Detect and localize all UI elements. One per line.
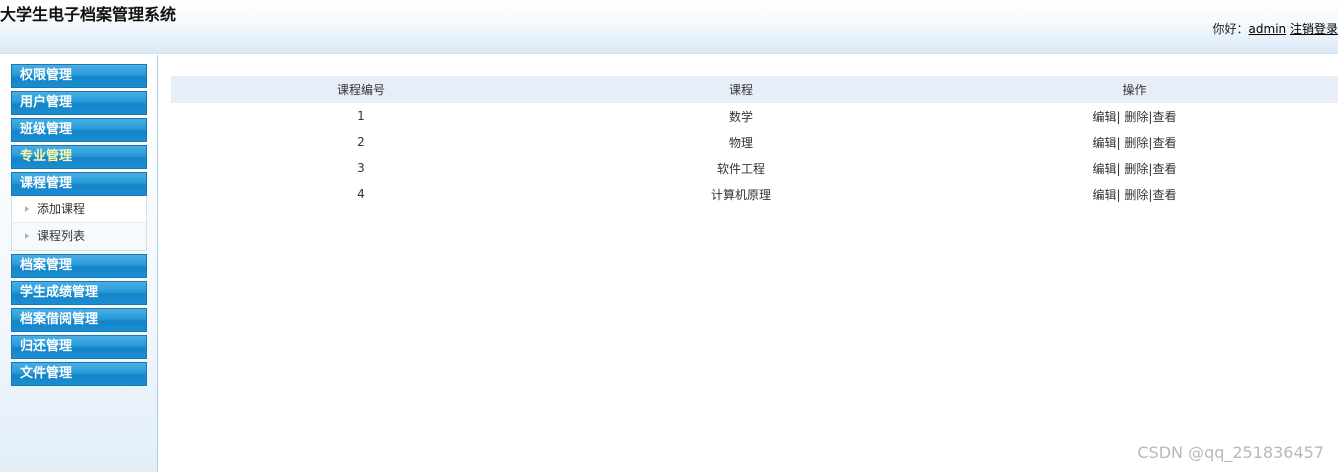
cell-actions: 编辑| 删除|查看 — [931, 181, 1338, 207]
app-title: 大学生电子档案管理系统 — [0, 5, 177, 24]
submenu-label: 课程列表 — [37, 229, 86, 243]
courses-submenu: 添加课程 课程列表 — [11, 196, 147, 251]
greeting-text: 你好： — [1212, 22, 1249, 36]
menu-student-grades[interactable]: 学生成绩管理 — [11, 281, 147, 305]
separator: | — [1116, 135, 1121, 150]
cell-course-name: 计算机原理 — [710, 187, 771, 202]
view-link[interactable]: 查看 — [1152, 162, 1176, 176]
column-header-course: 课程 — [728, 83, 753, 97]
menu-permission[interactable]: 权限管理 — [11, 64, 147, 88]
username-link[interactable]: admin — [1249, 22, 1287, 36]
delete-link[interactable]: 删除 — [1124, 136, 1148, 150]
view-link[interactable]: 查看 — [1152, 188, 1176, 202]
table-row: 3 软件工程 编辑| 删除|查看 — [171, 155, 1338, 181]
table-header-row: 课程编号 课程 操作 — [171, 76, 1338, 103]
separator: | — [1116, 187, 1121, 202]
delete-link[interactable]: 删除 — [1124, 110, 1148, 124]
cell-course-name: 物理 — [728, 135, 753, 150]
arrow-right-icon — [25, 233, 29, 239]
delete-link[interactable]: 删除 — [1124, 162, 1148, 176]
sidebar-menu: 权限管理 用户管理 班级管理 专业管理 课程管理 添加课程 课程列表 档案管理 … — [11, 64, 147, 389]
view-link[interactable]: 查看 — [1152, 110, 1176, 124]
menu-archives[interactable]: 档案管理 — [11, 254, 147, 278]
table-row: 4 计算机原理 编辑| 删除|查看 — [171, 181, 1338, 207]
sidebar: 权限管理 用户管理 班级管理 专业管理 课程管理 添加课程 课程列表 档案管理 … — [0, 55, 158, 472]
menu-returns[interactable]: 归还管理 — [11, 335, 147, 359]
edit-link[interactable]: 编辑 — [1093, 162, 1117, 176]
cell-course-id: 2 — [357, 135, 365, 149]
main-content: 课程编号 课程 操作 1 数学 编辑| 删除|查看 2 物理 编辑| 删除|查看 3 软件工程… — [171, 76, 1338, 207]
user-bar: 你好：admin 注销登录 — [1213, 20, 1338, 37]
logout-link[interactable]: 注销登录 — [1290, 22, 1338, 36]
edit-link[interactable]: 编辑 — [1093, 136, 1117, 150]
submenu-course-list[interactable]: 课程列表 — [12, 223, 146, 250]
header: 大学生电子档案管理系统 你好：admin 注销登录 — [0, 0, 1338, 54]
cell-course-name: 软件工程 — [716, 161, 765, 176]
table-row: 2 物理 编辑| 删除|查看 — [171, 129, 1338, 155]
submenu-label: 添加课程 — [37, 202, 86, 216]
cell-actions: 编辑| 删除|查看 — [931, 129, 1338, 155]
cell-course-name: 数学 — [728, 109, 753, 124]
column-header-actions: 操作 — [1122, 83, 1147, 97]
submenu-add-course[interactable]: 添加课程 — [12, 196, 146, 223]
delete-link[interactable]: 删除 — [1124, 188, 1148, 202]
edit-link[interactable]: 编辑 — [1093, 110, 1117, 124]
cell-actions: 编辑| 删除|查看 — [931, 155, 1338, 181]
table-row: 1 数学 编辑| 删除|查看 — [171, 103, 1338, 129]
cell-course-id: 3 — [357, 161, 365, 175]
menu-courses[interactable]: 课程管理 — [11, 172, 147, 196]
column-header-course-id: 课程编号 — [336, 83, 385, 97]
separator: | — [1116, 161, 1121, 176]
menu-files[interactable]: 文件管理 — [11, 362, 147, 386]
cell-course-id: 1 — [357, 109, 365, 123]
watermark: CSDN @qq_251836457 — [1137, 443, 1324, 462]
edit-link[interactable]: 编辑 — [1093, 188, 1117, 202]
menu-archive-borrowing[interactable]: 档案借阅管理 — [11, 308, 147, 332]
separator: | — [1116, 109, 1121, 124]
menu-users[interactable]: 用户管理 — [11, 91, 147, 115]
view-link[interactable]: 查看 — [1152, 136, 1176, 150]
cell-actions: 编辑| 删除|查看 — [931, 103, 1338, 129]
course-table: 课程编号 课程 操作 1 数学 编辑| 删除|查看 2 物理 编辑| 删除|查看 3 软件工程… — [171, 76, 1338, 207]
menu-majors[interactable]: 专业管理 — [11, 145, 147, 169]
menu-classes[interactable]: 班级管理 — [11, 118, 147, 142]
cell-course-id: 4 — [357, 187, 365, 201]
arrow-right-icon — [25, 206, 29, 212]
